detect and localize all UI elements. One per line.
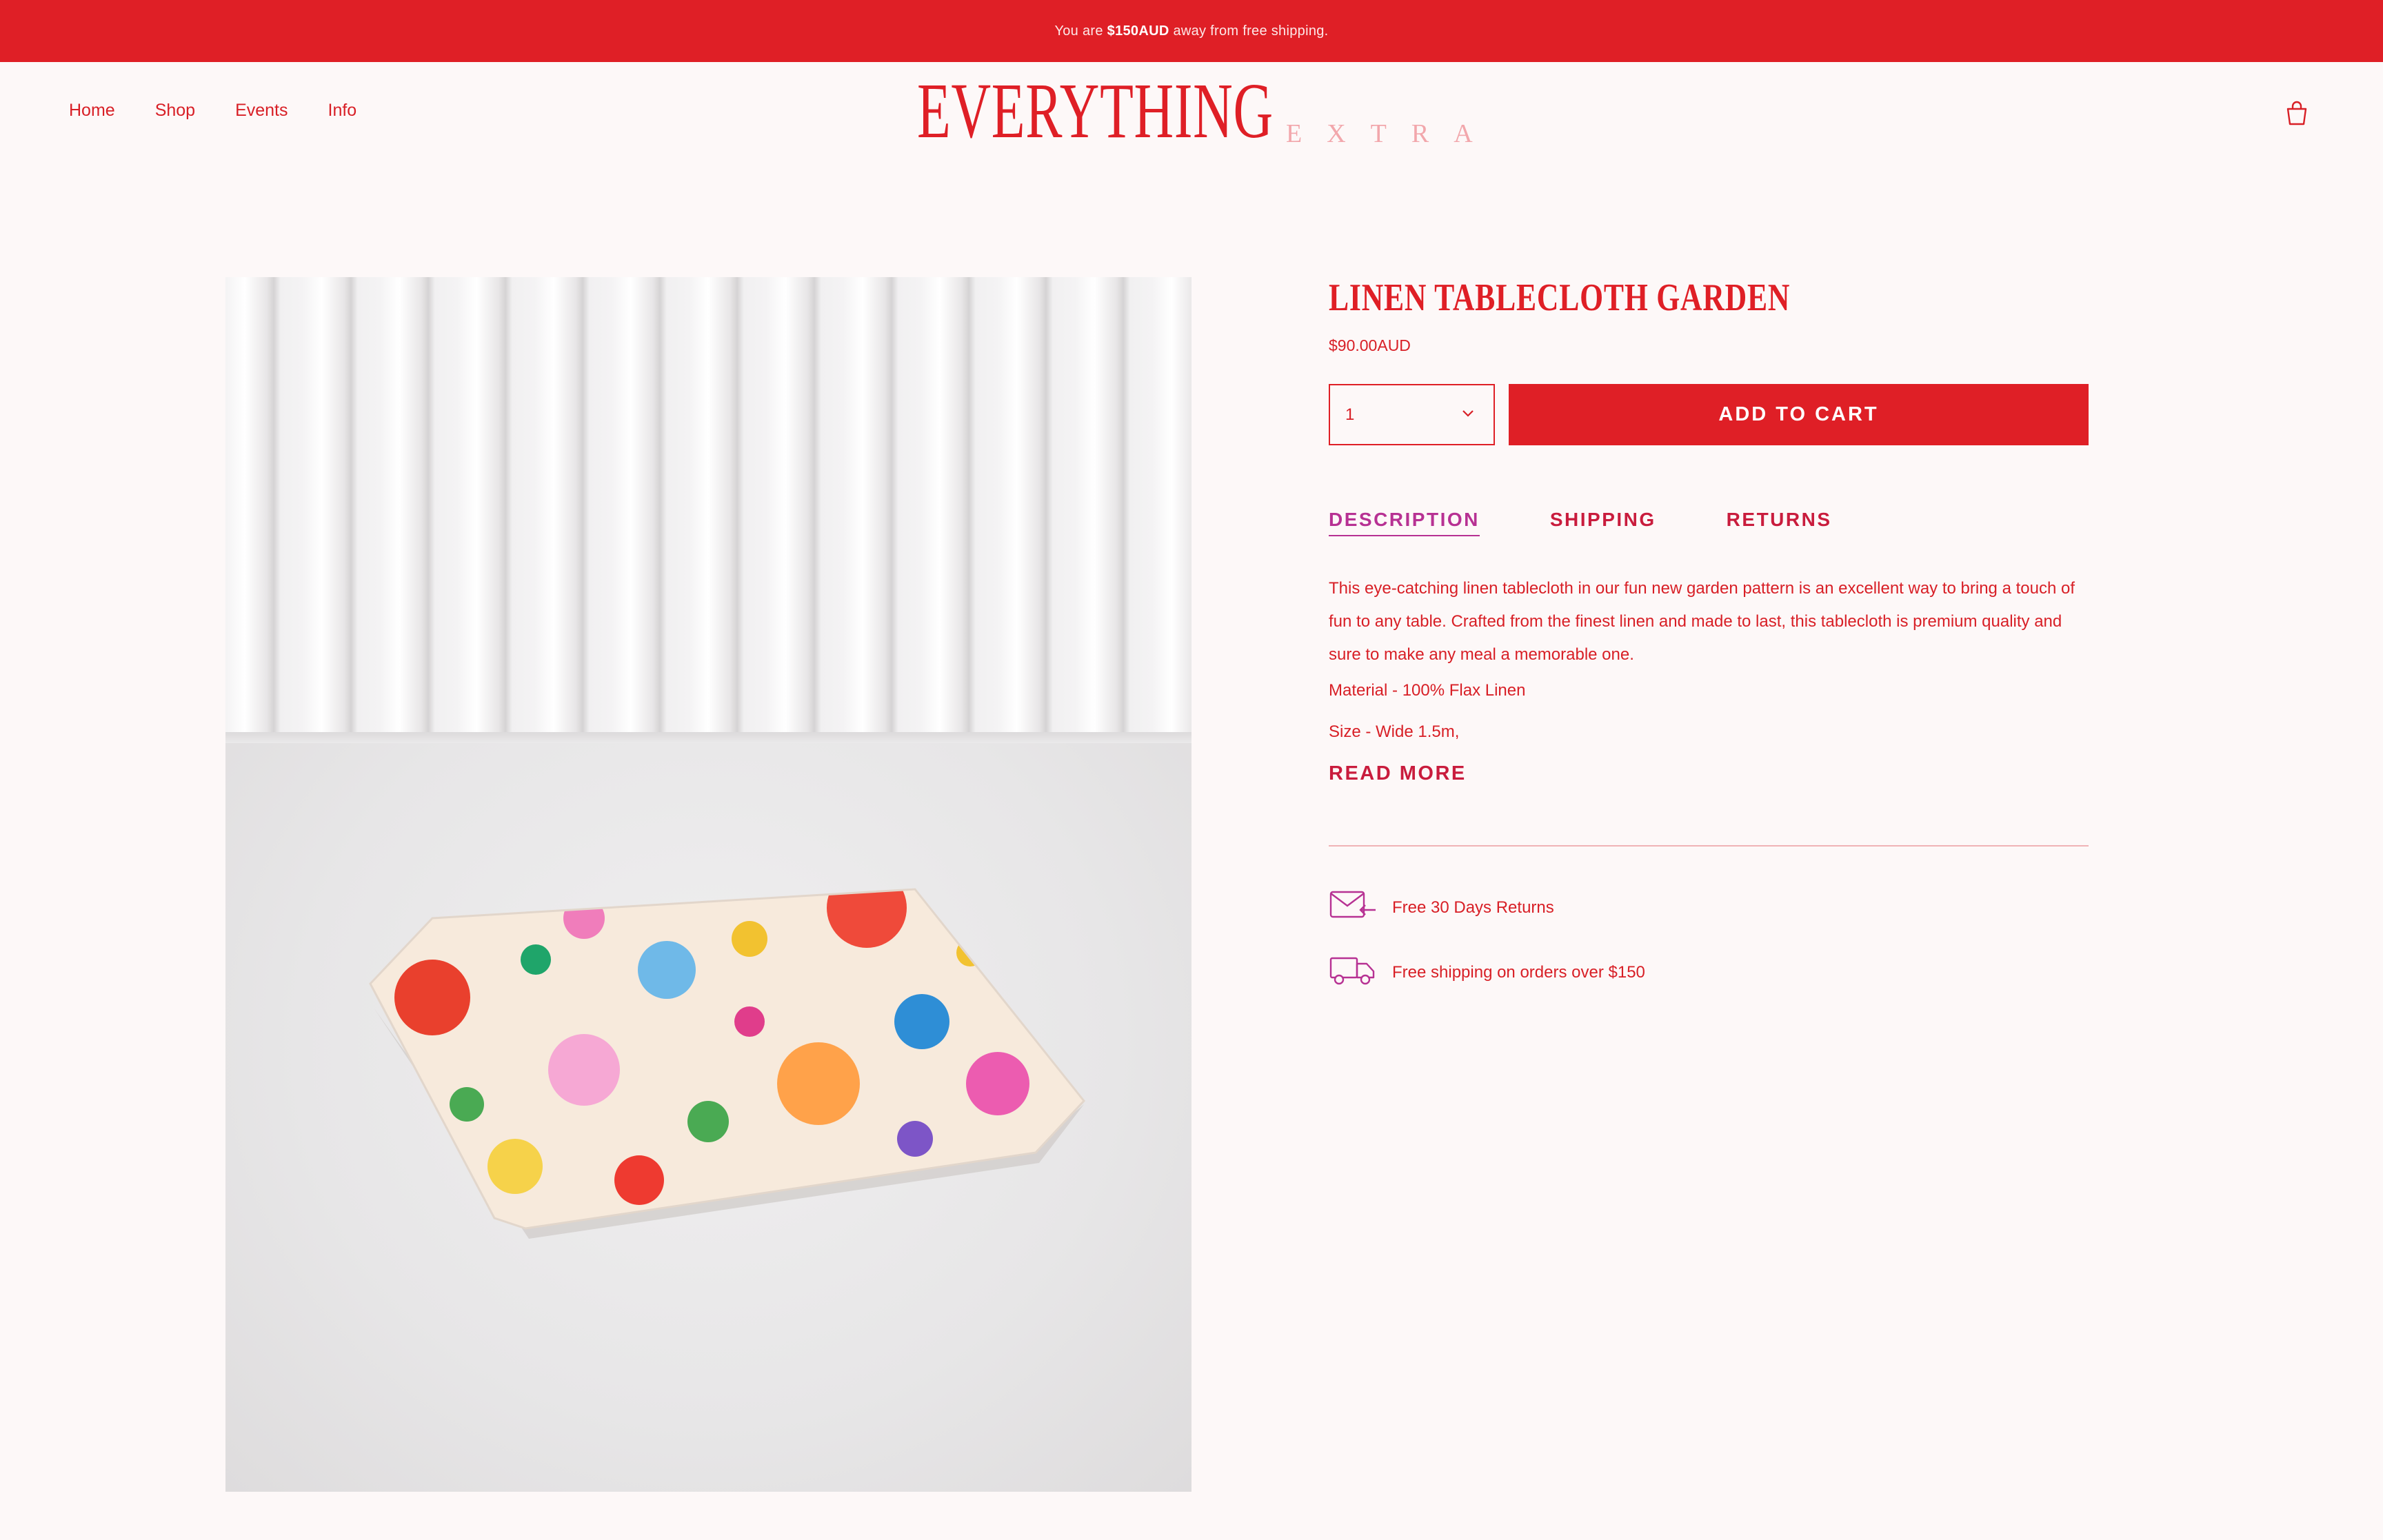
- add-to-cart-button[interactable]: ADD TO CART: [1509, 384, 2089, 445]
- product-title: LINEN TABLECLOTH GARDEN: [1329, 276, 1791, 319]
- nav-item-info[interactable]: Info: [328, 101, 357, 121]
- product-size: Size - Wide 1.5m,: [1329, 722, 1460, 741]
- product-tabs: DESCRIPTION SHIPPING RETURNS: [1329, 509, 1832, 536]
- buy-row: 1 ADD TO CART: [1329, 384, 2089, 446]
- main-nav: Home Shop Events Info: [69, 101, 356, 121]
- announcement-amount: $150AUD: [1107, 23, 1169, 39]
- announcement-bar: You are $150AUD away from free shipping.: [0, 0, 2383, 62]
- product-description: This eye-catching linen tablecloth in ou…: [1329, 579, 2075, 664]
- product-material: Material - 100% Flax Linen: [1329, 681, 1526, 700]
- quantity-value: 1: [1345, 405, 1355, 424]
- logo-main-text: EVERYTHING: [917, 67, 1274, 154]
- nav-item-shop[interactable]: Shop: [155, 101, 195, 121]
- perk-returns-text: Free 30 Days Returns: [1392, 898, 1554, 917]
- site-logo[interactable]: EVERYTHING EXTRA: [917, 67, 1473, 154]
- perk-returns: Free 30 Days Returns: [1329, 888, 1554, 927]
- announcement-prefix: You are: [1054, 23, 1103, 39]
- logo-sub-text: EXTRA: [1286, 119, 1498, 148]
- perk-shipping: Free shipping on orders over $150: [1329, 953, 1645, 992]
- delivery-truck-icon: [1329, 953, 1377, 992]
- divider: [1329, 845, 2089, 847]
- perk-shipping-text: Free shipping on orders over $150: [1392, 962, 1645, 982]
- folded-tablecloth: [369, 888, 1085, 1239]
- returns-envelope-icon: [1329, 888, 1377, 927]
- announcement-suffix: away from free shipping.: [1173, 23, 1329, 39]
- tab-returns[interactable]: RETURNS: [1727, 509, 1832, 536]
- nav-item-events[interactable]: Events: [235, 101, 288, 121]
- product-price: $90.00AUD: [1329, 336, 1411, 354]
- read-more-link[interactable]: READ MORE: [1329, 762, 1467, 785]
- tab-description[interactable]: DESCRIPTION: [1329, 509, 1480, 536]
- tab-shipping[interactable]: SHIPPING: [1550, 509, 1656, 536]
- shopping-bag-icon[interactable]: [2282, 98, 2311, 127]
- product-image[interactable]: [225, 277, 1192, 1492]
- nav-item-home[interactable]: Home: [69, 101, 115, 121]
- product-info: LINEN TABLECLOTH GARDEN $90.00AUD 1 ADD …: [1329, 276, 2089, 985]
- quantity-select[interactable]: 1: [1329, 384, 1495, 445]
- chevron-down-icon: [1460, 406, 1476, 426]
